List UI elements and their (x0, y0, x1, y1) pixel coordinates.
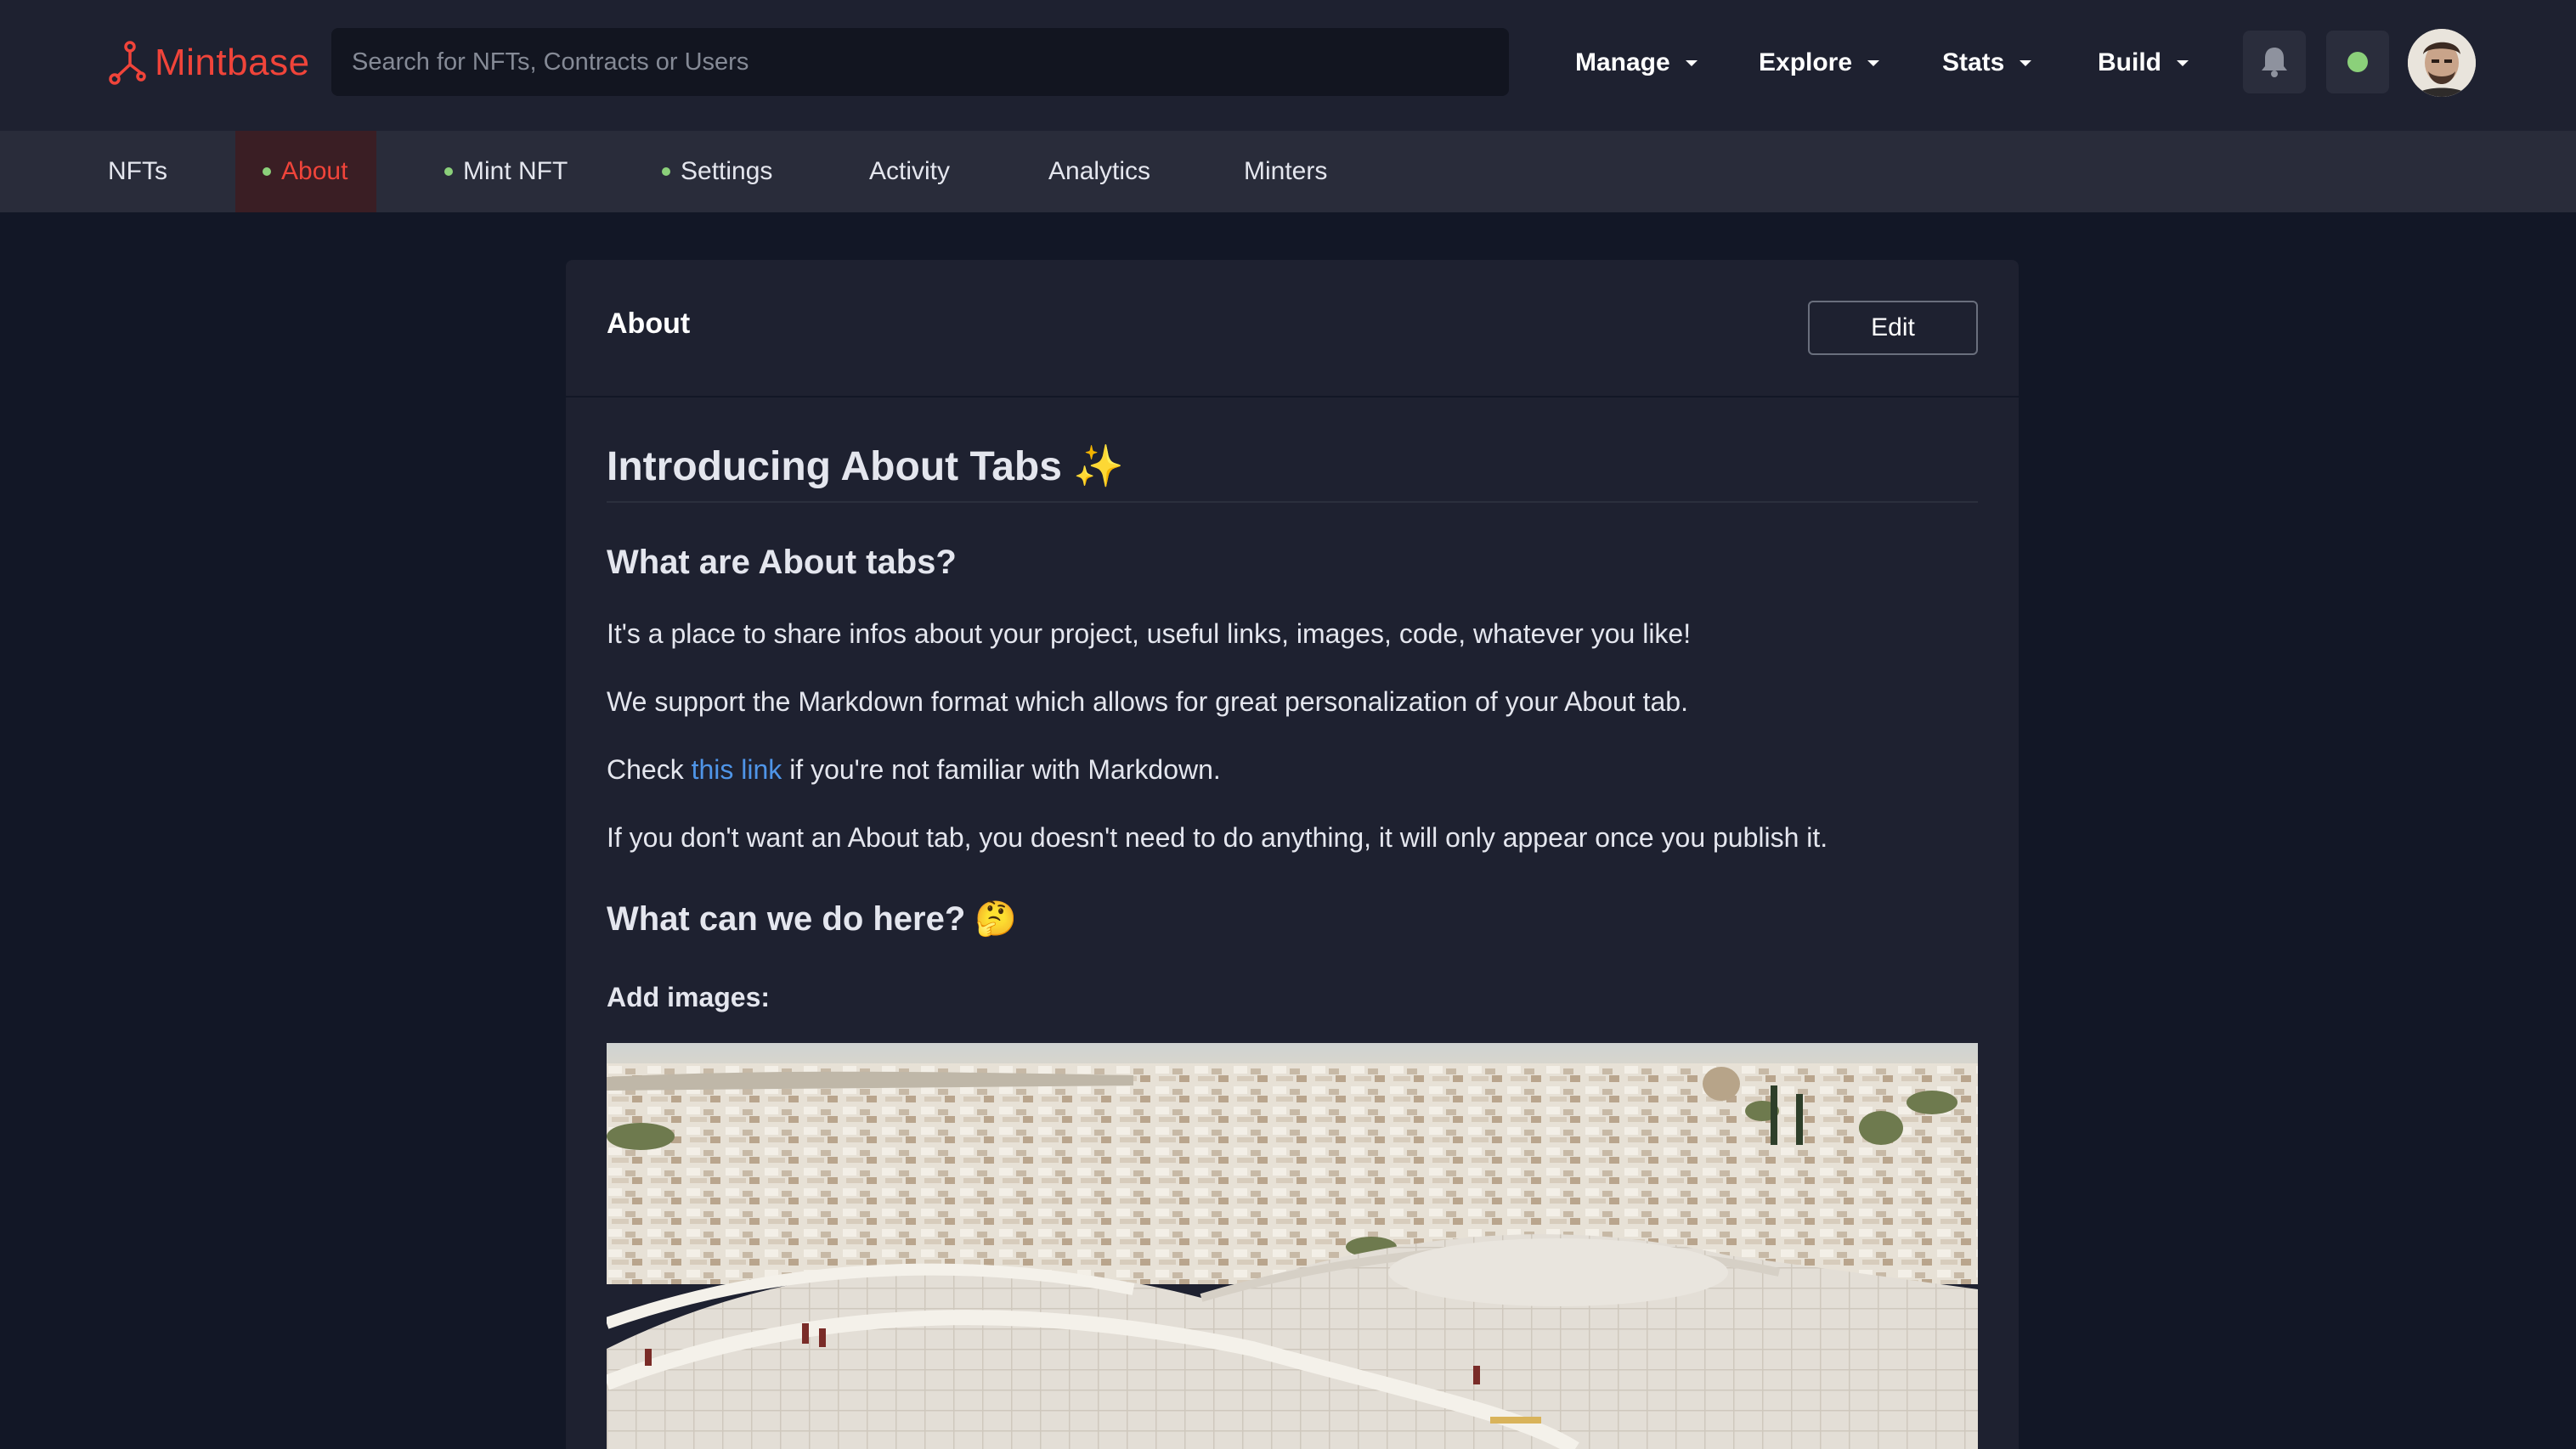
build-menu[interactable]: Build (2098, 37, 2189, 88)
tab-activity[interactable]: Activity (869, 131, 988, 212)
tab-analytics-label: Analytics (1048, 157, 1151, 185)
tab-activity-label: Activity (869, 157, 951, 185)
bell-icon (2262, 48, 2287, 77)
avatar-image (2408, 29, 2476, 97)
logo-text: Mintbase (155, 42, 310, 83)
section-heading-what-can: What can we do here? 🤔 (607, 900, 1018, 938)
tab-settings[interactable]: Settings (662, 131, 798, 212)
section-heading-what-are: What are About tabs? (607, 544, 957, 581)
top-navbar: Mintbase Manage Explore Stats Build (0, 0, 2576, 131)
markdown-link[interactable]: this link (692, 754, 782, 785)
explore-menu-label: Explore (1759, 48, 1853, 76)
city-rooftop-photo (607, 1043, 1978, 1449)
tab-minters-label: Minters (1244, 157, 1328, 185)
user-avatar[interactable] (2408, 29, 2476, 97)
paragraph-1: It's a place to share infos about your p… (607, 618, 1692, 649)
collection-tabs: NFTs About Mint NFT Settings Activity An… (0, 131, 2576, 212)
chevron-down-icon (1867, 59, 1880, 66)
chevron-down-icon (1685, 59, 1698, 66)
tab-settings-label: Settings (681, 157, 773, 185)
article-heading: Introducing About Tabs ✨ (607, 444, 1125, 489)
tab-mint-nft[interactable]: Mint NFT (444, 131, 614, 212)
tab-nfts[interactable]: NFTs (108, 131, 184, 212)
paragraph-2: We support the Markdown format which all… (607, 686, 1688, 717)
tab-minters[interactable]: Minters (1244, 131, 1380, 212)
paragraph-3-after: if you're not familiar with Markdown. (782, 754, 1221, 785)
build-menu-label: Build (2098, 48, 2161, 76)
add-images-subheading: Add images: (607, 982, 771, 1012)
tab-analytics[interactable]: Analytics (1048, 131, 1201, 212)
stats-menu-label: Stats (1942, 48, 2005, 76)
card-title: About (607, 307, 691, 340)
manage-menu[interactable]: Manage (1575, 37, 1698, 88)
tab-about-label: About (281, 157, 348, 185)
stats-menu[interactable]: Stats (1942, 37, 2032, 88)
status-dot-icon (444, 167, 453, 176)
paragraph-4: If you don't want an About tab, you does… (607, 822, 1828, 853)
paragraph-3: Check this link if you're not familiar w… (607, 754, 1221, 786)
mintbase-logo[interactable]: Mintbase (107, 37, 310, 88)
network-status-button[interactable] (2326, 31, 2389, 93)
tab-nfts-label: NFTs (108, 157, 167, 185)
explore-menu[interactable]: Explore (1759, 37, 1880, 88)
about-card-body: Introducing About Tabs ✨ What are About … (566, 397, 2019, 1449)
about-card-header: About Edit (566, 260, 2019, 396)
mintbase-logo-icon (109, 41, 146, 85)
chevron-down-icon (2020, 59, 2032, 66)
paragraph-3-before: Check (607, 754, 692, 785)
status-dot-icon (263, 167, 271, 176)
status-dot-icon (2347, 52, 2368, 72)
tab-mint-nft-label: Mint NFT (463, 157, 568, 185)
city-rooftop-image (607, 1043, 1978, 1449)
notifications-button[interactable] (2243, 31, 2306, 93)
search-input[interactable] (331, 28, 1509, 96)
status-dot-icon (662, 167, 670, 176)
edit-button[interactable]: Edit (1808, 301, 1978, 355)
manage-menu-label: Manage (1575, 48, 1670, 76)
divider (607, 501, 1978, 503)
tab-about[interactable]: About (235, 131, 376, 212)
chevron-down-icon (2177, 59, 2189, 66)
